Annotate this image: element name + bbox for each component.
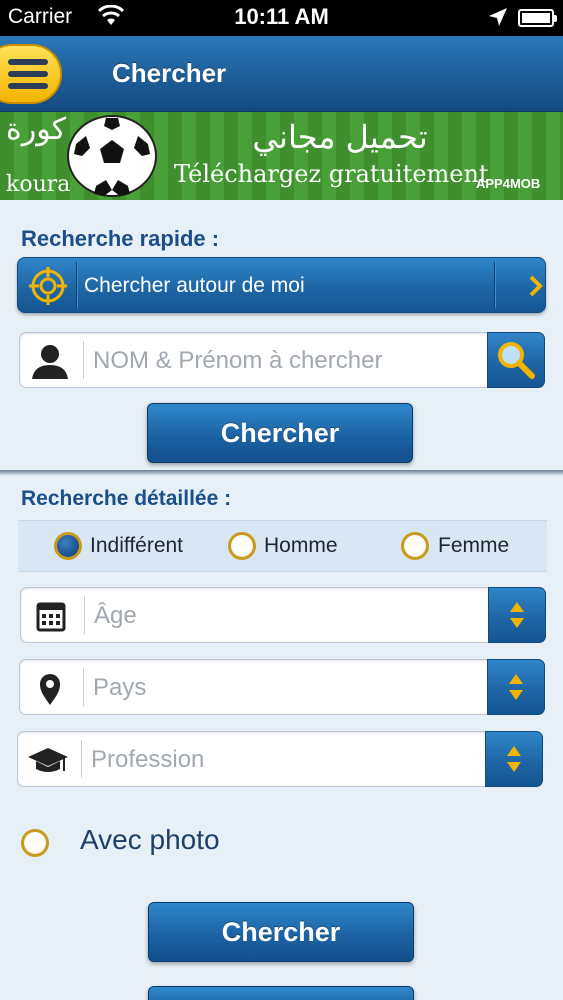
partial-button-offscreen[interactable] — [148, 986, 414, 1000]
detailed-search-title: Recherche détaillée : — [21, 487, 232, 510]
with-photo-label[interactable]: Avec photo — [80, 824, 220, 856]
radio-indifferent[interactable] — [54, 532, 82, 560]
age-select[interactable]: Âge — [20, 587, 546, 643]
page-title: Chercher — [112, 58, 227, 88]
target-icon — [29, 267, 67, 305]
updown-arrows-icon[interactable] — [485, 731, 543, 787]
search-around-me-button[interactable]: Chercher autour de moi — [17, 257, 546, 313]
soccer-ball-icon — [67, 115, 157, 197]
status-bar: Carrier 10:11 AM — [0, 0, 563, 36]
radio-homme-label[interactable]: Homme — [264, 534, 338, 558]
person-icon — [32, 345, 68, 379]
name-search-input[interactable]: NOM & Prénom à chercher — [93, 347, 382, 375]
quick-search-button[interactable]: Chercher — [147, 403, 413, 463]
radio-femme-label[interactable]: Femme — [438, 534, 509, 558]
with-photo-checkbox[interactable] — [21, 829, 49, 857]
graduation-cap-icon — [28, 748, 68, 772]
search-around-me-label: Chercher autour de moi — [84, 274, 305, 297]
detailed-search-button[interactable]: Chercher — [148, 902, 414, 962]
country-select[interactable]: Pays — [19, 659, 545, 715]
calendar-icon — [36, 602, 66, 632]
updown-arrows-icon[interactable] — [487, 659, 545, 715]
ad-banner[interactable]: كورة koura تحميل مجاني Téléchargez gratu… — [0, 112, 563, 200]
radio-indifferent-label[interactable]: Indifférent — [90, 534, 183, 558]
banner-latin-brand: koura — [6, 172, 71, 197]
battery-icon — [518, 9, 557, 27]
radio-homme[interactable] — [228, 532, 256, 560]
updown-arrows-icon[interactable] — [488, 587, 546, 643]
nav-bar: Chercher — [0, 36, 563, 112]
profession-select[interactable]: Profession — [17, 731, 543, 787]
banner-arabic-brand: كورة — [6, 112, 66, 147]
clock: 10:11 AM — [234, 4, 329, 29]
banner-badge: APP4MOB — [476, 176, 541, 191]
gender-selector: Indifférent Homme Femme — [18, 520, 547, 572]
chevron-right-icon — [529, 275, 543, 297]
profession-select-value[interactable]: Profession — [91, 746, 204, 774]
age-select-value[interactable]: Âge — [94, 602, 137, 630]
hamburger-menu-icon[interactable] — [0, 44, 62, 104]
map-pin-icon — [40, 674, 60, 705]
banner-arabic-text: تحميل مجاني — [252, 118, 428, 156]
search-icon[interactable] — [487, 332, 545, 388]
banner-french-text: Téléchargez gratuitement — [174, 160, 489, 188]
location-arrow-icon — [488, 7, 508, 33]
quick-search-title: Recherche rapide : — [21, 226, 220, 251]
name-search-field[interactable]: NOM & Prénom à chercher — [19, 332, 545, 388]
country-select-value[interactable]: Pays — [93, 674, 146, 702]
radio-femme[interactable] — [401, 532, 429, 560]
